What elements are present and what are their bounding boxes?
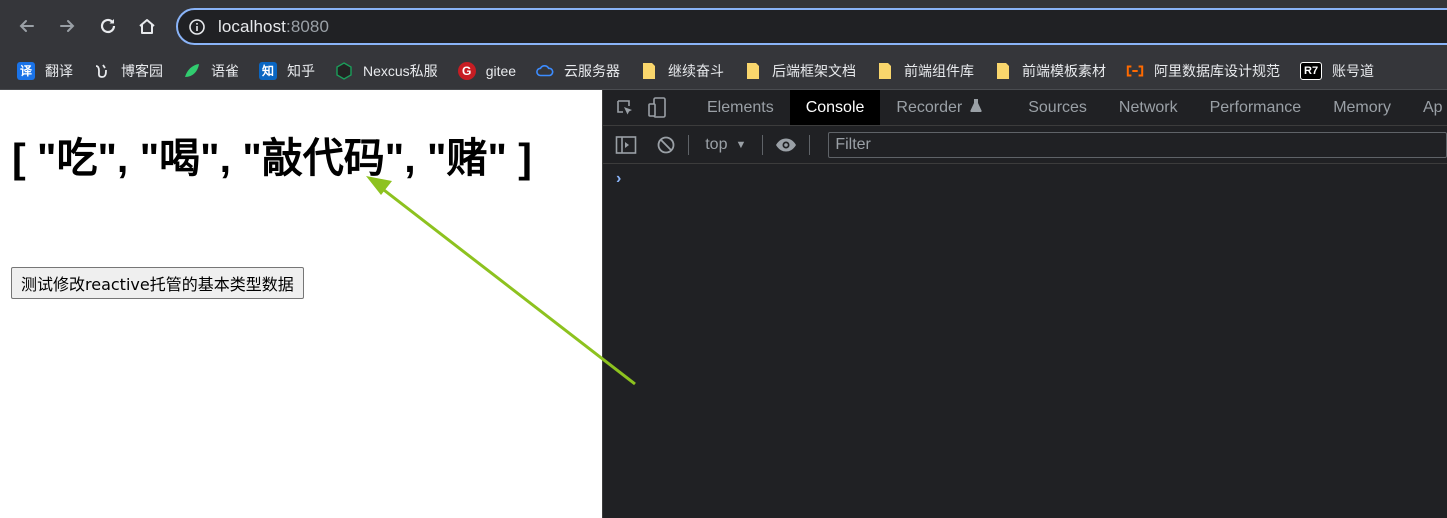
inspect-icon: [617, 99, 632, 114]
home-button[interactable]: [133, 12, 161, 40]
array-heading: [ "吃", "喝", "敲代码", "赌" ]: [12, 135, 532, 181]
context-selector[interactable]: top ▼: [701, 136, 750, 154]
bookmark-label: Nexcus私服: [363, 62, 438, 79]
aliyun-icon: [1126, 62, 1144, 80]
bookmark-item[interactable]: 云服务器: [536, 61, 620, 81]
bookmark-label: 前端组件库: [904, 62, 975, 79]
tab-label: Recorder: [896, 98, 963, 116]
arrow-right-icon: [60, 20, 75, 32]
bookmark-label: 继续奋斗: [668, 62, 725, 79]
browser-toolbar: localhost:8080: [0, 0, 1447, 52]
bookmark-label: 语雀: [211, 62, 239, 79]
clear-console-button[interactable]: [655, 134, 676, 156]
bookmark-item[interactable]: 后端框架文档: [744, 61, 856, 81]
tab-performance[interactable]: Performance: [1194, 90, 1318, 125]
tab-label: Memory: [1333, 98, 1391, 116]
bookmark-label: 知乎: [287, 62, 315, 79]
context-label: top: [705, 135, 728, 153]
page-content: [ "吃", "喝", "敲代码", "赌" ] 测试修改reactive托管的…: [0, 90, 602, 518]
r7-icon: R7: [1300, 61, 1323, 80]
folder-icon: [640, 62, 658, 80]
bookmark-label: 云服务器: [564, 62, 621, 79]
tab-sources[interactable]: Sources: [1012, 90, 1103, 125]
bookmark-item[interactable]: 语雀: [183, 61, 239, 81]
zhihu-icon: 知: [259, 61, 277, 80]
test-reactive-button[interactable]: 测试修改reactive托管的基本类型数据: [11, 267, 304, 299]
bookmark-item[interactable]: R7 账号道: [1300, 61, 1374, 81]
tab-ap[interactable]: Ap: [1407, 90, 1447, 125]
eye-icon: [776, 138, 797, 151]
bookmark-item[interactable]: 阿里数据库设计规范: [1126, 61, 1280, 81]
clear-icon: [657, 136, 675, 153]
toolbar-separator: [762, 134, 764, 155]
url-host: localhost: [218, 16, 286, 36]
tab-label: Ap: [1422, 98, 1443, 116]
info-icon[interactable]: [188, 18, 206, 36]
bookmark-item[interactable]: Ggitee: [457, 61, 517, 80]
toolbar-separator: [688, 134, 690, 155]
devtools-tabs: Elements Console Recorder Sources Network Per…: [691, 90, 1447, 125]
address-bar[interactable]: localhost:8080: [176, 8, 1447, 45]
bookmark-label: 后端框架文档: [772, 62, 857, 79]
live-expression-button[interactable]: [775, 134, 797, 156]
bookmark-item[interactable]: 前端模板素材: [994, 61, 1106, 81]
reload-button[interactable]: [94, 12, 122, 40]
tab-label: Network: [1118, 98, 1178, 116]
forward-button[interactable]: [53, 12, 81, 40]
bookmark-label: gitee: [485, 62, 517, 79]
url-text[interactable]: localhost:8080: [218, 17, 329, 37]
sidebar-toggle-button[interactable]: [615, 134, 637, 156]
device-toolbar-button[interactable]: [647, 96, 667, 119]
experiment-flask-icon: [970, 98, 982, 117]
reload-icon: [100, 18, 116, 34]
inspect-element-button[interactable]: [615, 97, 635, 119]
nexus-icon: [335, 61, 353, 80]
toolbar-separator: [809, 134, 811, 155]
tab-recorder[interactable]: Recorder: [880, 90, 998, 125]
bookmark-label: 阿里数据库设计规范: [1154, 62, 1281, 79]
device-icon: [648, 96, 666, 118]
tab-label: Performance: [1209, 98, 1302, 116]
yuque-icon: [183, 62, 201, 80]
tab-label: Elements: [707, 98, 774, 116]
console-prompt[interactable]: ›: [616, 170, 621, 188]
tab-label: Console: [805, 98, 865, 116]
back-button[interactable]: [13, 12, 41, 40]
sidebar-icon: [615, 135, 637, 154]
cnblogs-icon: [93, 62, 111, 80]
devtools-tabbar: Elements Console Recorder Sources Network Per…: [603, 90, 1447, 126]
console-toolbar: top ▼: [603, 126, 1447, 164]
tab-network[interactable]: Network: [1103, 90, 1194, 125]
bookmark-label: 前端模板素材: [1022, 62, 1107, 79]
bookmark-label: 账号道: [1332, 62, 1375, 79]
bookmark-item[interactable]: 知知乎: [259, 61, 315, 81]
bookmark-item[interactable]: Nexcus私服: [335, 61, 438, 81]
home-icon: [139, 19, 155, 34]
tab-label: Sources: [1028, 98, 1087, 116]
bookmark-label: 博客园: [121, 62, 163, 79]
bookmark-item[interactable]: 译翻译: [17, 61, 73, 81]
arrow-left-icon: [19, 20, 34, 32]
console-filter-input[interactable]: [828, 131, 1447, 158]
bookmark-label: 翻译: [45, 62, 73, 79]
tab-memory[interactable]: Memory: [1317, 90, 1407, 125]
tab-elements[interactable]: Elements: [691, 90, 790, 125]
gitee-icon: G: [457, 61, 476, 80]
folder-icon: [876, 62, 894, 80]
cloud-icon: [536, 62, 554, 80]
bookmark-item[interactable]: 博客园: [93, 61, 163, 81]
bookmarks-bar: 译翻译 博客园 语雀 知知乎 Nexcus私服 Ggitee 云服务器 继续奋斗 后端框架文档 前…: [0, 52, 1447, 90]
bookmark-item[interactable]: 前端组件库: [876, 61, 974, 81]
tab-console[interactable]: Console: [789, 90, 881, 125]
translate-icon: 译: [17, 61, 35, 80]
devtools-panel: Elements Console Recorder Sources Network Per…: [602, 90, 1447, 518]
caret-down-icon: ▼: [735, 138, 747, 151]
folder-icon: [994, 62, 1012, 80]
url-port: :8080: [286, 16, 330, 36]
console-output[interactable]: ›: [603, 164, 1447, 518]
bookmark-item[interactable]: 继续奋斗: [640, 61, 724, 81]
folder-icon: [744, 62, 762, 80]
